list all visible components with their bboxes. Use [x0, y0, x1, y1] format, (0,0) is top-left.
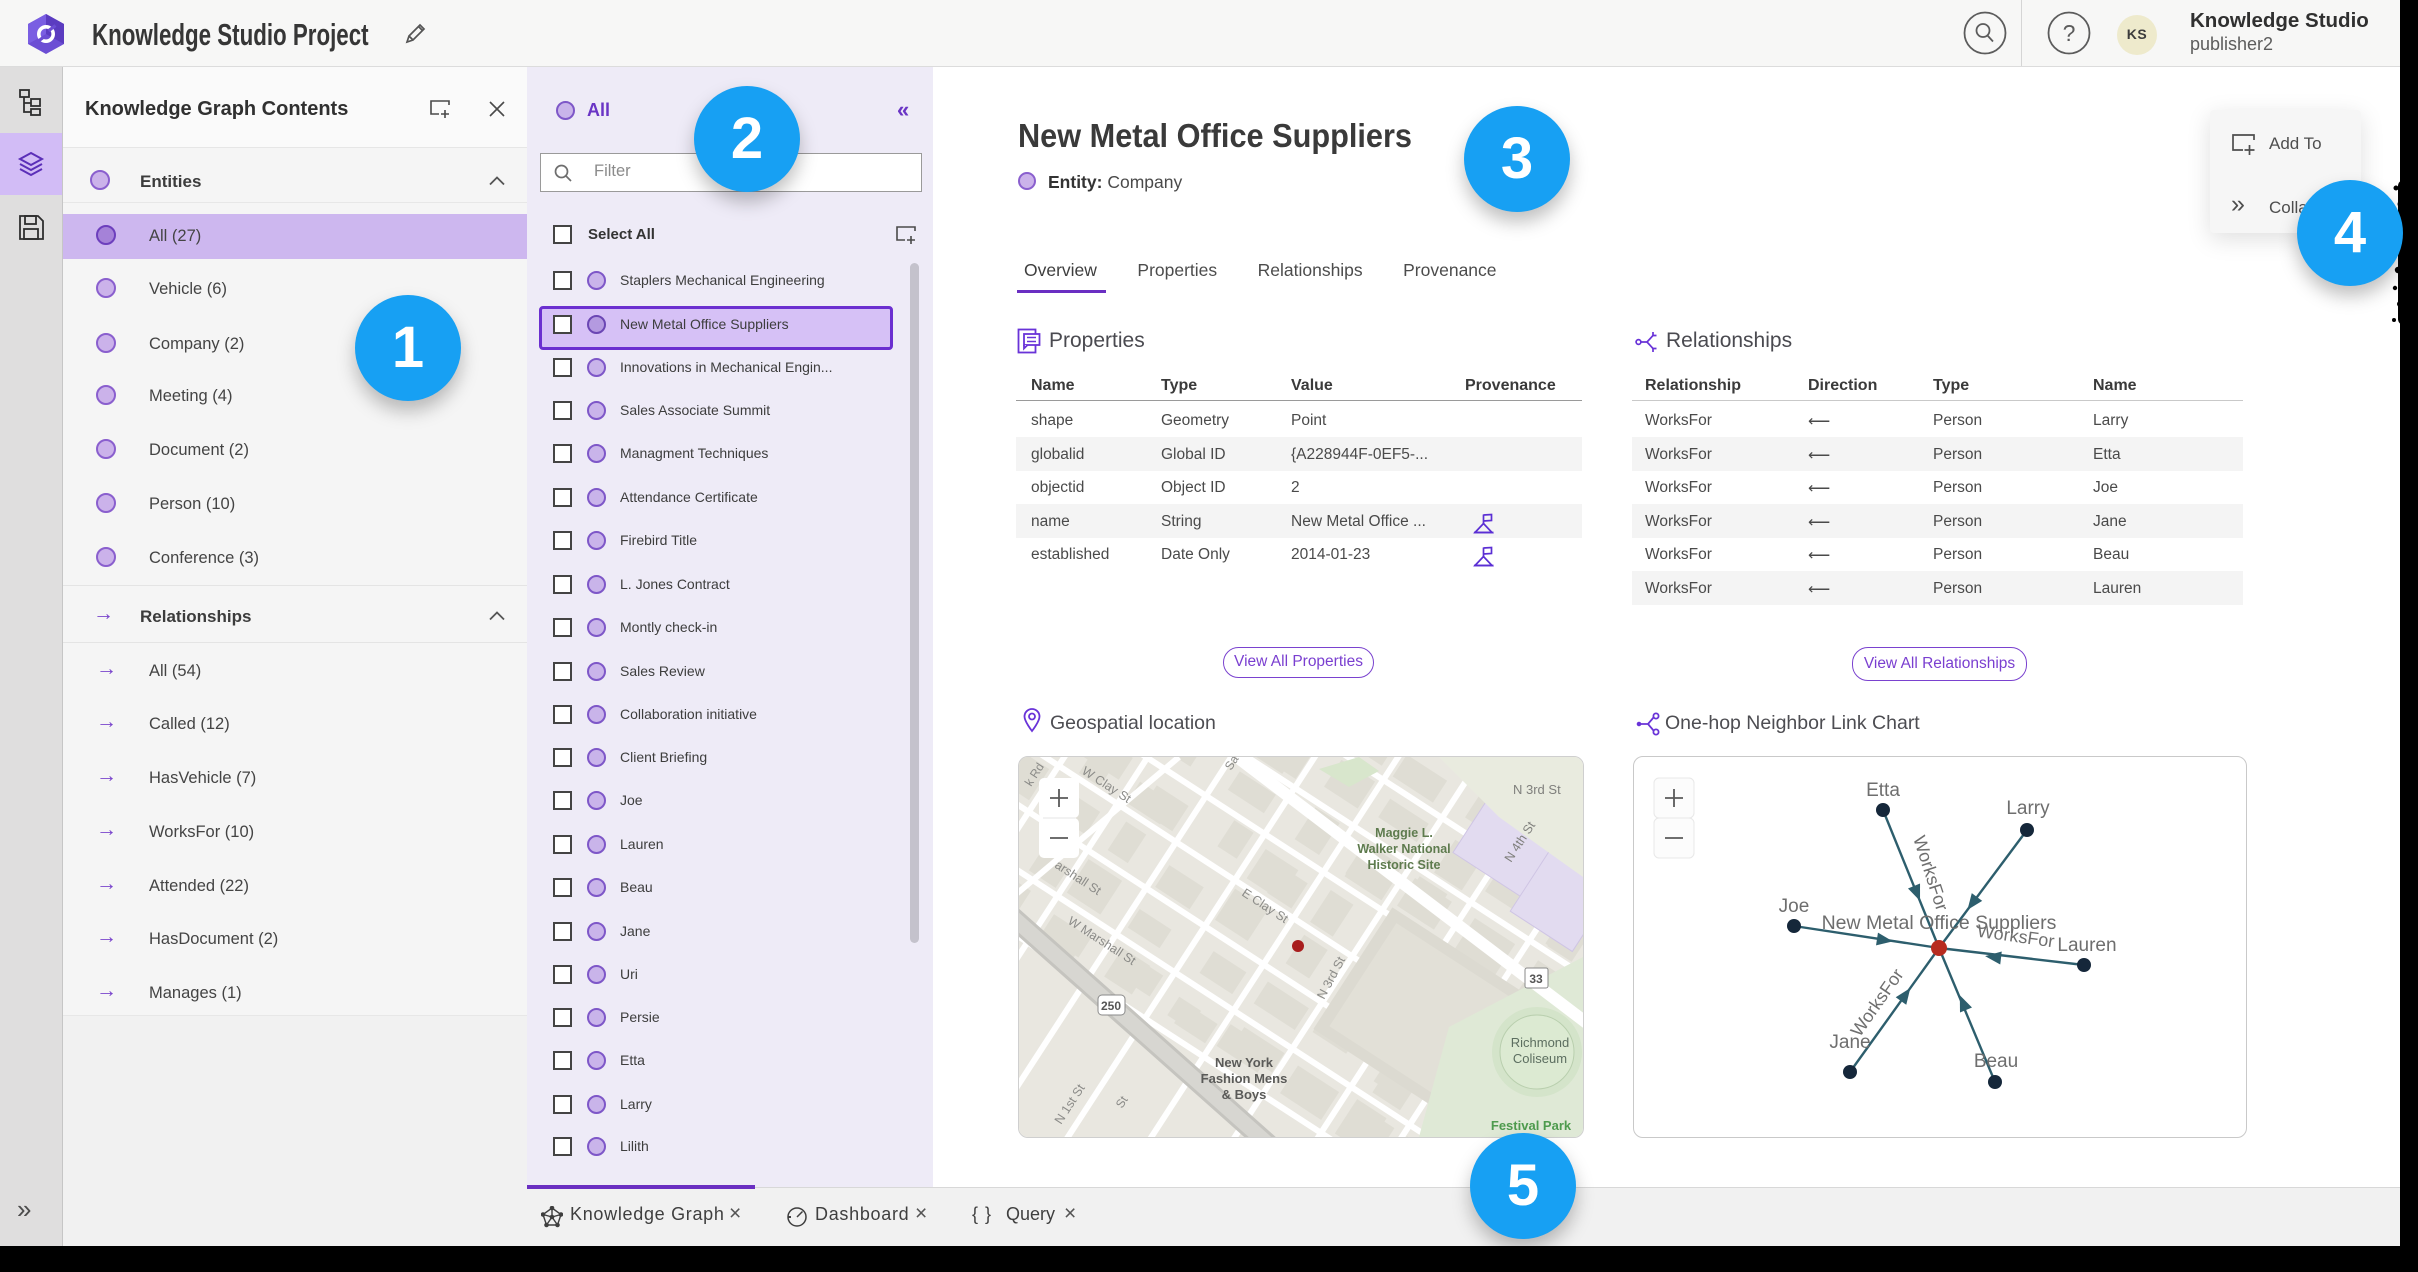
svg-text:Lauren: Lauren: [2057, 935, 2116, 956]
svg-text:WorksFor: WorksFor: [1909, 833, 1952, 913]
svg-text:Beau: Beau: [1974, 1051, 2018, 1072]
svg-text:250: 250: [1101, 999, 1121, 1013]
svg-text:Joe: Joe: [1779, 896, 1810, 917]
svg-text:N 3rd St: N 3rd St: [1513, 782, 1561, 797]
svg-text:New York: New York: [1215, 1055, 1274, 1070]
svg-text:& Boys: & Boys: [1222, 1087, 1267, 1102]
svg-text:Walker National: Walker National: [1357, 842, 1450, 856]
svg-text:Fashion Mens: Fashion Mens: [1201, 1071, 1288, 1086]
svg-text:33: 33: [1529, 972, 1543, 986]
svg-text:Etta: Etta: [1866, 780, 1900, 801]
svg-text:Historic Site: Historic Site: [1368, 858, 1441, 872]
svg-text:?: ?: [2063, 20, 2076, 46]
svg-text:Larry: Larry: [2006, 798, 2050, 819]
svg-text:Richmond: Richmond: [1511, 1035, 1570, 1050]
svg-text:Coliseum: Coliseum: [1513, 1051, 1567, 1066]
svg-text:Maggie L.: Maggie L.: [1375, 826, 1433, 840]
svg-text:Festival Park: Festival Park: [1491, 1118, 1572, 1133]
